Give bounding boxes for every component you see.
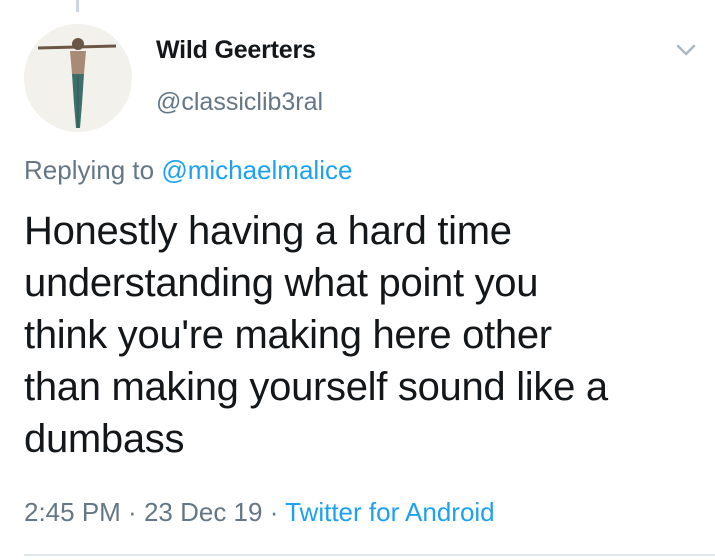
tweet-metadata: 2:45 PM · 23 Dec 19 · Twitter for Androi… [24, 497, 495, 528]
divider [24, 554, 715, 556]
reply-mention-link[interactable]: @michaelmalice [161, 155, 352, 185]
avatar-photo-icon [24, 24, 132, 132]
tweet-date[interactable]: 23 Dec 19 [144, 497, 263, 527]
meta-separator-2: · [262, 497, 286, 527]
author-handle[interactable]: @classiclib3ral [156, 88, 323, 117]
tweet-source-link[interactable]: Twitter for Android [285, 497, 495, 527]
tweet-time[interactable]: 2:45 PM [24, 497, 121, 527]
replying-to-label: Replying to [24, 155, 162, 185]
thread-connector-line [76, 0, 79, 12]
replying-to: Replying to @michaelmalice [24, 155, 352, 186]
meta-separator: · [120, 497, 144, 527]
author-display-name[interactable]: Wild Geerters [156, 36, 316, 65]
tweet-menu-button[interactable] [672, 38, 700, 62]
avatar[interactable] [24, 24, 132, 132]
tweet-text: Honestly having a hard time understandin… [24, 209, 608, 461]
chevron-down-icon [676, 44, 696, 56]
